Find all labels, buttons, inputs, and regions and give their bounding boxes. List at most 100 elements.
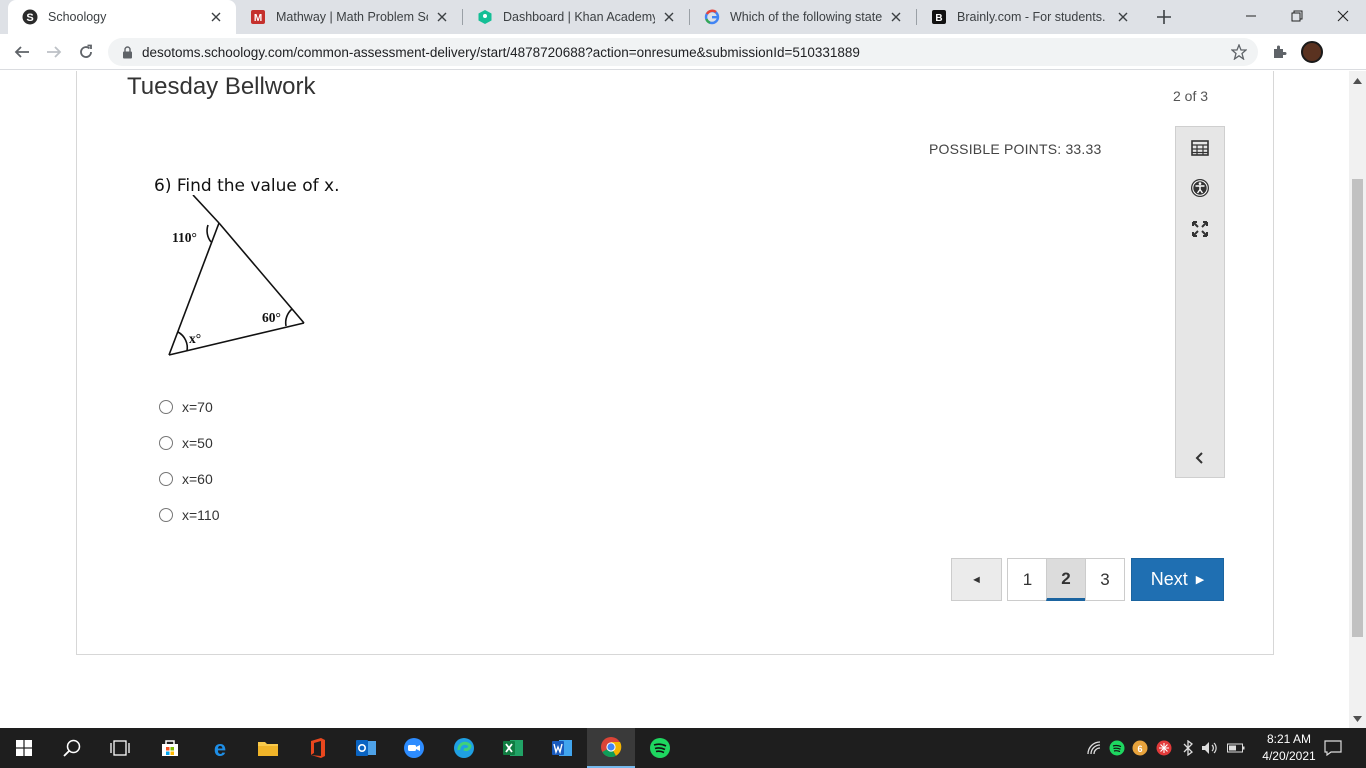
tab-khan-academy[interactable]: Dashboard | Khan Academy	[463, 0, 689, 34]
tab-mathway[interactable]: M Mathway | Math Problem Solve	[236, 0, 462, 34]
forward-arrow-icon[interactable]	[42, 40, 66, 64]
answer-choice[interactable]: x=110	[159, 497, 220, 533]
answer-choices: x=70 x=50 x=60 x=110	[159, 389, 220, 533]
battery-icon[interactable]	[1227, 738, 1245, 758]
new-tab-plus-icon[interactable]	[1154, 7, 1174, 27]
page-button-2-current[interactable]: 2	[1046, 558, 1086, 601]
bookmark-star-icon[interactable]	[1230, 43, 1248, 61]
outlook-icon[interactable]	[342, 728, 390, 768]
network-icon[interactable]	[1085, 738, 1103, 758]
extensions-puzzle-icon[interactable]	[1270, 42, 1290, 62]
tab-title: Which of the following stateme	[730, 10, 882, 24]
answer-choice[interactable]: x=70	[159, 389, 220, 425]
angle-arc-left	[177, 331, 189, 352]
google-favicon-icon	[704, 9, 720, 25]
close-window-icon[interactable]	[1320, 0, 1366, 32]
schoology-favicon-icon: S	[22, 9, 38, 25]
edge-legacy-icon[interactable]: e	[196, 728, 244, 768]
svg-text:e: e	[214, 737, 226, 759]
page-viewport: Tuesday Bellwork 2 of 3 POSSIBLE POINTS:…	[0, 71, 1349, 728]
browser-tab-strip: S Schoology M Mathway | Math Problem Sol…	[0, 0, 1366, 34]
close-tab-icon[interactable]	[434, 9, 450, 25]
scroll-up-arrow-icon[interactable]	[1353, 76, 1362, 85]
office-icon[interactable]	[294, 728, 342, 768]
tools-sidebar	[1175, 126, 1225, 478]
tab-title: Mathway | Math Problem Solve	[276, 10, 428, 24]
svg-text:6: 6	[1137, 744, 1142, 754]
page-title: Tuesday Bellwork	[127, 73, 316, 100]
back-arrow-icon[interactable]	[10, 40, 34, 64]
calculator-icon[interactable]	[1189, 137, 1211, 159]
scrollbar-thumb[interactable]	[1352, 179, 1363, 637]
notification-badge-icon[interactable]: 6	[1131, 738, 1149, 758]
windows-start-icon[interactable]	[0, 728, 48, 768]
tab-brainly[interactable]: B Brainly.com - For students. By	[917, 0, 1143, 34]
tab-title: Schoology	[48, 10, 107, 24]
minimize-window-icon[interactable]	[1228, 0, 1274, 32]
spotify-tray-icon[interactable]	[1108, 738, 1126, 758]
previous-arrow-icon: ◄	[971, 573, 982, 586]
chrome-icon[interactable]	[587, 728, 635, 768]
bluetooth-icon[interactable]	[1179, 738, 1197, 758]
fullscreen-icon[interactable]	[1189, 218, 1211, 240]
edge-icon[interactable]	[440, 728, 488, 768]
choice-label: x=110	[182, 507, 220, 523]
address-bar[interactable]: desotoms.schoology.com/common-assessment…	[108, 38, 1258, 66]
tab-google-search[interactable]: Which of the following stateme	[690, 0, 916, 34]
next-button[interactable]: Next ▶	[1131, 558, 1224, 601]
volume-icon[interactable]	[1201, 738, 1219, 758]
triangle-right-side	[218, 222, 305, 324]
tab-title: Dashboard | Khan Academy	[503, 10, 655, 24]
extended-side	[192, 195, 220, 224]
radio-button[interactable]	[159, 472, 173, 486]
app-tray-icon[interactable]	[1155, 738, 1173, 758]
close-tab-icon[interactable]	[1115, 9, 1131, 25]
spotify-icon[interactable]	[636, 728, 684, 768]
accessibility-icon[interactable]	[1189, 177, 1211, 199]
search-icon[interactable]	[48, 728, 96, 768]
system-clock[interactable]: 8:21 AM 4/20/2021	[1254, 731, 1324, 765]
tab-schoology[interactable]: S Schoology	[8, 0, 236, 34]
angle-label-right: 60°	[262, 310, 281, 325]
microsoft-store-icon[interactable]	[146, 728, 194, 768]
brainly-favicon-icon: B	[931, 9, 947, 25]
answer-choice[interactable]: x=50	[159, 425, 220, 461]
lock-icon[interactable]	[120, 45, 134, 59]
page-button-3[interactable]: 3	[1085, 558, 1125, 601]
excel-icon[interactable]	[489, 728, 537, 768]
angle-arc-top	[206, 224, 212, 243]
assessment-card: Tuesday Bellwork 2 of 3 POSSIBLE POINTS:…	[76, 71, 1274, 655]
answer-choice[interactable]: x=60	[159, 461, 220, 497]
profile-avatar[interactable]	[1301, 41, 1323, 63]
angle-label-left: x°	[189, 331, 201, 346]
reload-icon[interactable]	[74, 40, 98, 64]
choice-label: x=50	[182, 435, 213, 451]
restore-window-icon[interactable]	[1274, 0, 1320, 32]
browser-toolbar: desotoms.schoology.com/common-assessment…	[0, 34, 1366, 70]
zoom-icon[interactable]	[390, 728, 438, 768]
radio-button[interactable]	[159, 400, 173, 414]
collapse-chevron-icon[interactable]	[1189, 447, 1211, 469]
page-button-1[interactable]: 1	[1007, 558, 1047, 601]
page-scrollbar[interactable]	[1349, 71, 1366, 728]
task-view-icon[interactable]	[96, 728, 144, 768]
radio-button[interactable]	[159, 436, 173, 450]
angle-arc-right	[284, 308, 293, 327]
radio-button[interactable]	[159, 508, 173, 522]
possible-points: POSSIBLE POINTS: 33.33	[929, 141, 1102, 157]
next-arrow-icon: ▶	[1195, 574, 1205, 586]
choice-label: x=60	[182, 471, 213, 487]
mathway-favicon-icon: M	[250, 9, 266, 25]
close-tab-icon[interactable]	[888, 9, 904, 25]
close-tab-icon[interactable]	[661, 9, 677, 25]
scroll-down-arrow-icon[interactable]	[1353, 714, 1362, 723]
next-label: Next	[1150, 569, 1188, 589]
clock-date: 4/20/2021	[1262, 749, 1316, 763]
close-tab-icon[interactable]	[208, 9, 224, 25]
file-explorer-icon[interactable]	[244, 728, 292, 768]
previous-question-button[interactable]: ◄	[951, 558, 1002, 601]
url-text: desotoms.schoology.com/common-assessment…	[142, 44, 860, 60]
triangle-figure: 110° 60° x°	[168, 195, 305, 356]
action-center-icon[interactable]	[1324, 738, 1342, 758]
word-icon[interactable]	[538, 728, 586, 768]
